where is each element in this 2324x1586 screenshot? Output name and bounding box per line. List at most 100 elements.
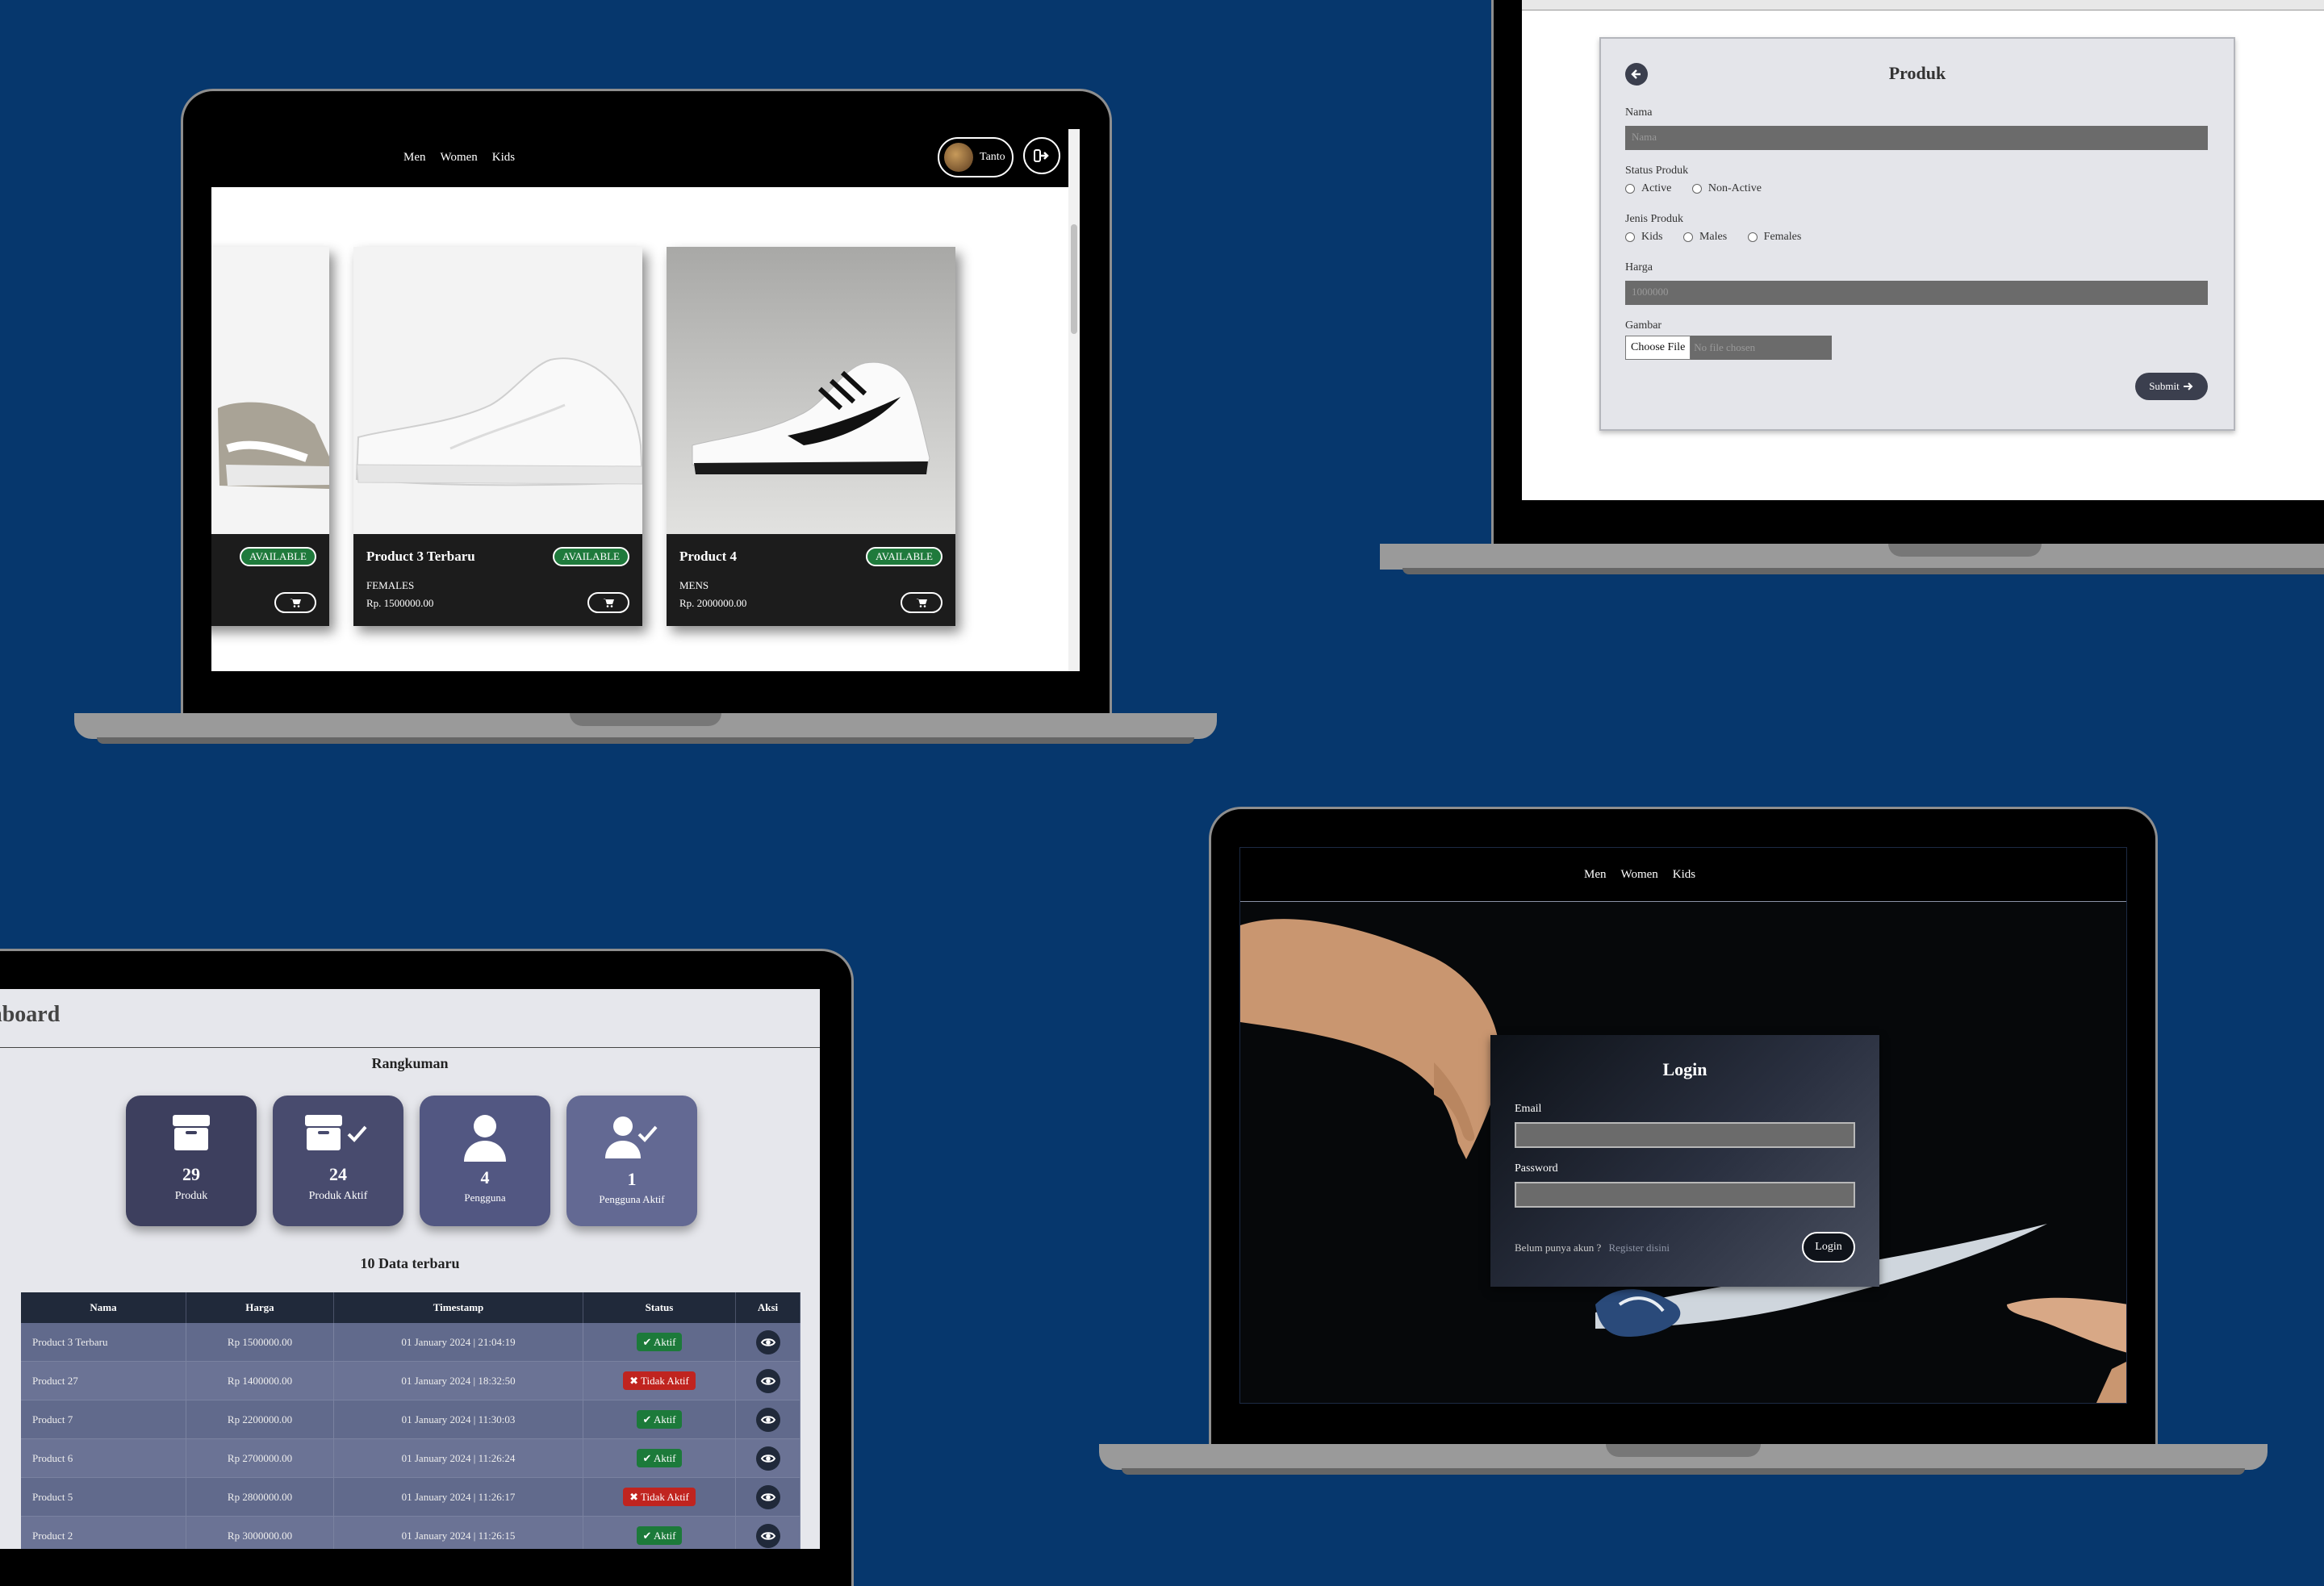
cell-status: ✔ Aktif [583,1438,736,1478]
nav-link-kids[interactable]: Kids [492,151,515,164]
product-card[interactable]: AVAILABLE [211,247,329,626]
laptop-shop-base-shadow [97,737,1194,744]
eye-icon [760,1415,775,1424]
view-button[interactable] [755,1329,780,1354]
submit-button[interactable]: Submit [2135,373,2208,400]
x-icon: ✖ [629,1490,639,1503]
cell-aksi [735,1361,800,1400]
radio-active[interactable] [1625,183,1635,194]
file-status: No file chosen [1694,341,1756,353]
status-label: Status Produk [1625,165,1689,177]
form-title: Produk [1888,63,1946,83]
stat-value: 29 [182,1164,200,1184]
stat-value: 4 [480,1167,490,1187]
login-screen: Men Women Kids Login Email Password Belu… [1239,847,2127,1404]
view-button[interactable] [755,1446,780,1471]
x-icon: ✖ [629,1374,639,1387]
register-link[interactable]: Register disini [1608,1242,1669,1254]
add-to-cart-button[interactable] [901,592,943,613]
form-topbar [1522,0,2324,10]
table-row: Product 27 Rp 1400000.00 01 January 2024 |… [21,1361,800,1400]
table-title: 10 Data terbaru [360,1255,460,1271]
cell-aksi [735,1477,800,1517]
shoe-image [353,247,644,534]
cell-harga: Rp 3000000.00 [186,1516,334,1549]
scrollbar[interactable] [1068,129,1080,671]
file-input[interactable]: Choose File No file chosen [1625,336,1832,360]
nav-link-kids[interactable]: Kids [1673,868,1695,881]
scrollbar-thumb[interactable] [1071,224,1077,334]
shop-nav-links: Men Women Kids [403,150,526,165]
view-button[interactable] [755,1484,780,1509]
box-icon [173,1115,210,1150]
radio-males-label: Males [1699,231,1728,243]
nav-link-women[interactable]: Women [1621,868,1658,881]
stat-label: Pengguna Aktif [599,1193,665,1205]
table-row: Product 3 Terbaru Rp 1500000.00 01 January… [21,1323,800,1362]
product-name: Product 4 [679,549,737,564]
col-harga: Harga [186,1292,334,1323]
nav-link-men[interactable]: Men [1584,868,1607,881]
add-to-cart-button[interactable] [274,592,316,613]
stat-label: Produk Aktif [308,1190,368,1202]
login-button[interactable]: Login [1802,1232,1855,1263]
logout-button[interactable] [1023,137,1060,174]
product-price: Rp. 2000000.00 [679,597,747,609]
product-name: Product 3 Terbaru [366,549,475,564]
choose-file-button[interactable]: Choose File [1625,336,1691,360]
nav-link-men[interactable]: Men [403,151,426,164]
user-name: Tanto [980,151,1005,163]
cell-nama: Product 27 [21,1361,186,1400]
jenis-label: Jenis Produk [1625,213,1683,225]
product-category: FEMALES [366,579,415,591]
view-button[interactable] [755,1523,780,1548]
radio-males[interactable] [1682,232,1693,242]
status-radio-group: Active Non-Active [1625,182,1762,195]
cell-status: ✔ Aktif [583,1323,736,1362]
harga-input[interactable]: 1000000 [1625,281,2208,305]
add-to-cart-button[interactable] [587,592,629,613]
product-card[interactable]: Product 3 Terbaru AVAILABLE FEMALES Rp. … [353,247,644,626]
product-price: Rp. 1500000.00 [366,597,434,609]
header-divider [0,1047,820,1048]
laptop-form-base-shadow [1402,568,2324,574]
nav-link-women[interactable]: Women [441,151,478,164]
user-menu-button[interactable]: Tanto [938,137,1014,177]
col-status: Status [583,1292,736,1323]
email-field[interactable] [1515,1122,1855,1148]
cell-harga: Rp 2800000.00 [186,1477,334,1517]
dashboard-title: Dashboard [0,1002,61,1027]
harga-label: Harga [1625,261,1653,273]
eye-icon [760,1376,775,1385]
cell-aksi [735,1438,800,1478]
box-check-icon [305,1115,367,1150]
laptop-shop-notch [570,713,721,726]
shop-screen: Men Women Kids Tanto AVAILABLE Product 3… [211,129,1080,671]
radio-non-active[interactable] [1691,183,1702,194]
status-badge: ✔ Aktif [636,1332,683,1351]
col-timestamp: Timestamp [333,1292,583,1323]
cell-nama: Product 5 [21,1477,186,1517]
cell-nama: Product 2 [21,1516,186,1549]
cell-harga: Rp 2700000.00 [186,1438,334,1478]
password-field[interactable] [1515,1182,1855,1208]
radio-active-label: Active [1641,182,1672,194]
product-card[interactable]: Product 4 AVAILABLE MENS Rp. 2000000.00 [667,247,955,626]
radio-kids[interactable] [1625,232,1635,242]
stat-label: Pengguna [464,1192,506,1204]
table-row: Product 2 Rp 3000000.00 01 January 2024 | … [21,1516,800,1549]
view-button[interactable] [755,1368,780,1393]
logout-icon [1034,149,1049,162]
product-card-footer: Product 3 Terbaru AVAILABLE FEMALES Rp. … [353,534,642,626]
login-title: Login [1662,1059,1707,1079]
nama-input[interactable]: Nama [1625,126,2208,150]
dashboard-screen: Dashboard Rangkuman 29 Produk 24 Produk … [0,989,820,1549]
cell-nama: Product 3 Terbaru [21,1323,186,1362]
stat-card-pengguna: 4 Pengguna [420,1096,550,1226]
view-button[interactable] [755,1407,780,1432]
status-badge: ✔ Aktif [636,1525,683,1545]
cell-status: ✖ Tidak Aktif [583,1477,736,1517]
radio-females[interactable] [1747,232,1758,242]
latest-data-table: Nama Harga Timestamp Status Aksi Product… [21,1292,800,1549]
cell-harga: Rp 2200000.00 [186,1400,334,1439]
